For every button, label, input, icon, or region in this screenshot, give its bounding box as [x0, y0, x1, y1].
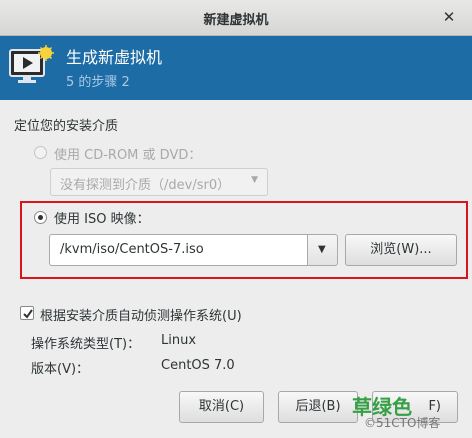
window-title: 新建虚拟机: [203, 13, 269, 28]
iso-history-dropdown[interactable]: ▼: [307, 234, 338, 266]
auto-detect-label: 根据安装介质自动侦测操作系统(U): [40, 309, 242, 324]
auto-detect-checkbox[interactable]: [20, 306, 34, 320]
cancel-button[interactable]: 取消(C): [179, 391, 264, 423]
chevron-down-icon: ▼: [318, 244, 326, 255]
checkmark-icon: [23, 309, 33, 319]
os-type-value: Linux: [161, 333, 197, 348]
iso-radio-label: 使用 ISO 映像：: [54, 212, 150, 227]
close-icon[interactable]: ✕: [440, 8, 458, 26]
iso-radio[interactable]: [34, 211, 47, 224]
vm-monitor-icon: [8, 44, 54, 86]
version-value: CentOS 7.0: [161, 358, 235, 373]
cdrom-device-select[interactable]: 没有探测到介质（/dev/sr0） ▼: [50, 168, 268, 196]
cdrom-radio[interactable]: [34, 146, 47, 159]
os-type-label: 操作系统类型(T)：: [31, 337, 141, 352]
step-indicator: 5 的步骤 2: [66, 75, 130, 90]
watermark-sub: ©51CTO博客: [364, 416, 441, 430]
wizard-banner: 生成新虚拟机 5 的步骤 2: [0, 36, 472, 100]
version-label: 版本(V)：: [31, 362, 90, 377]
cdrom-radio-label: 使用 CD-ROM 或 DVD：: [54, 148, 202, 163]
browse-button[interactable]: 浏览(W)...: [345, 234, 457, 266]
cdrom-device-value: 没有探测到介质（/dev/sr0）: [60, 178, 231, 193]
iso-path-input[interactable]: /kvm/iso/CentOS-7.iso: [49, 234, 307, 266]
back-button[interactable]: 后退(B): [278, 391, 358, 423]
install-media-heading: 定位您的安装介质: [14, 119, 119, 134]
title-bar: 新建虚拟机 ✕: [0, 0, 472, 36]
banner-title: 生成新虚拟机: [66, 48, 163, 67]
chevron-down-icon: ▼: [251, 175, 258, 185]
